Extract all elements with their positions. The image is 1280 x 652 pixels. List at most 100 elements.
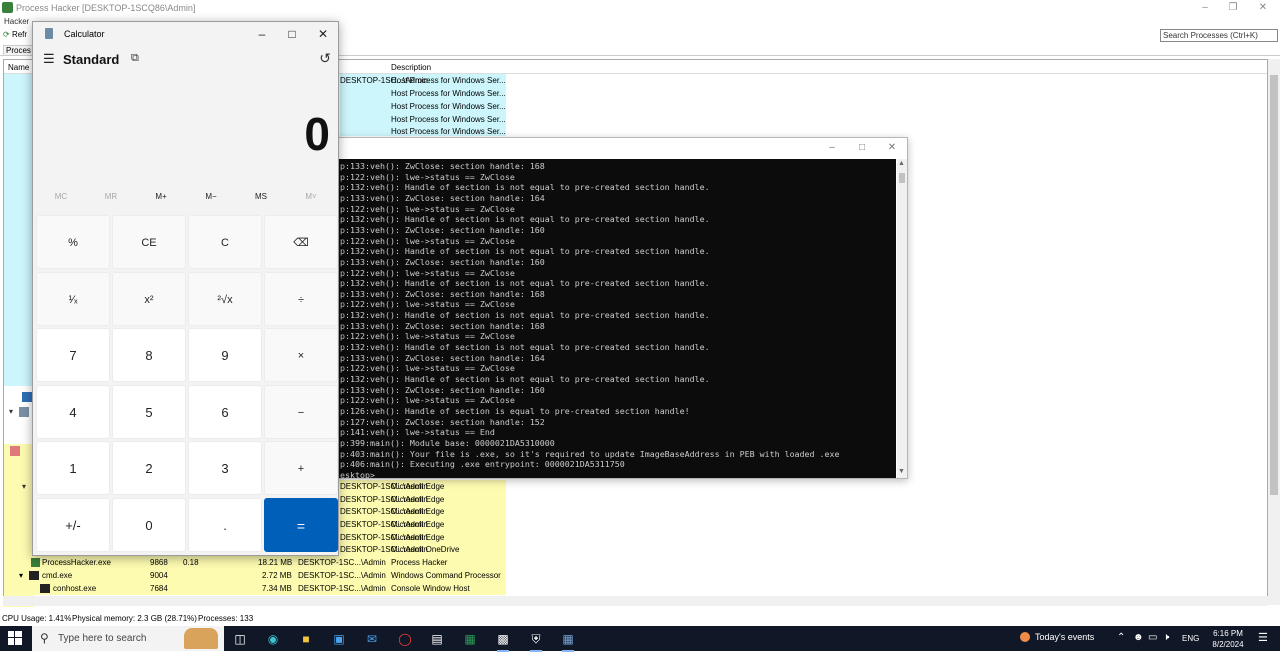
calc-minimize-button[interactable]: –	[248, 25, 276, 43]
clock[interactable]: 6:16 PM 8/2/2024	[1206, 628, 1250, 650]
memory-add-button[interactable]: M+	[136, 192, 186, 201]
digit-3-key[interactable]: 3	[188, 441, 262, 495]
terminal-icon[interactable]: ▩	[494, 630, 512, 652]
memory-list-button[interactable]: M˅	[286, 192, 336, 201]
minimize-button[interactable]: –	[1190, 1, 1220, 14]
column-name[interactable]: Name	[8, 63, 29, 72]
scroll-up-icon[interactable]: ▲	[898, 160, 905, 167]
scrollbar-thumb[interactable]	[1270, 75, 1278, 495]
square-root-key[interactable]: ²√x	[188, 271, 262, 326]
process-hacker-title-bar[interactable]: Process Hacker [DESKTOP-1SCQ86\Admin] – …	[0, 0, 1280, 15]
volume-mute-icon[interactable]: 🕨	[1163, 632, 1169, 643]
square-key[interactable]: x²	[112, 271, 186, 326]
backspace-key[interactable]: ⌫	[264, 215, 338, 269]
console-close-button[interactable]: ✕	[879, 140, 905, 156]
horizontal-scrollbar[interactable]	[3, 596, 1268, 606]
table-row[interactable]: Host Process for Windows Ser...	[340, 87, 506, 100]
digit-4-key[interactable]: 4	[36, 384, 110, 439]
refresh-button[interactable]: ⟳ Refr	[3, 30, 27, 39]
memory-store-button[interactable]: MS	[236, 192, 286, 201]
digit-7-key[interactable]: 7	[36, 328, 110, 382]
equals-key[interactable]: =	[264, 497, 338, 552]
digit-0-key[interactable]: 0	[112, 497, 186, 552]
calculator-title: Calculator	[64, 29, 105, 39]
description-cell: Microsoft Edge	[391, 520, 445, 529]
calc-maximize-button[interactable]: □	[278, 25, 306, 43]
notification-center-icon[interactable]: ☰	[1258, 631, 1268, 644]
tab-processes[interactable]: Proces	[3, 45, 34, 56]
collapse-icon[interactable]: ▾	[19, 571, 23, 580]
network-icon[interactable]: ▭	[1148, 632, 1157, 643]
table-row-processhacker[interactable]: ProcessHacker.exe 9868 0.18 18.21 MB DES…	[30, 556, 506, 569]
table-row-conhost[interactable]: conhost.exe 7684 7.34 MB DESKTOP-1SC...\…	[30, 582, 506, 595]
table-row[interactable]: DESKTOP-1SC...\Admin Microsoft Edge	[340, 518, 506, 531]
subtract-key[interactable]: −	[264, 384, 338, 439]
close-button[interactable]: ✕	[1248, 1, 1278, 14]
memory-clear-button[interactable]: MC	[36, 192, 86, 201]
task-view-icon[interactable]: ◫	[231, 630, 249, 648]
digit-6-key[interactable]: 6	[188, 384, 262, 439]
console-minimize-button[interactable]: –	[819, 140, 845, 156]
file-explorer-icon[interactable]: ■	[297, 630, 315, 648]
digit-2-key[interactable]: 2	[112, 441, 186, 495]
language-indicator[interactable]: ENG	[1182, 634, 1199, 643]
scroll-down-icon[interactable]: ▼	[898, 468, 905, 475]
description-cell: Host Process for Windows Ser...	[391, 89, 506, 98]
people-icon[interactable]: ☻	[1133, 632, 1144, 643]
keep-on-top-icon[interactable]: ⧉	[131, 52, 139, 65]
console-line: p:133:veh(): ZwClose: section handle: 16…	[340, 256, 545, 267]
console-window: – □ ✕ p:133:veh(): ZwClose: section hand…	[336, 137, 908, 479]
store-icon[interactable]: ▣	[330, 630, 348, 648]
console-output[interactable]: p:133:veh(): ZwClose: section handle: 16…	[337, 159, 896, 478]
search-icon: ⚲	[40, 631, 49, 645]
memory-subtract-button[interactable]: M−	[186, 192, 236, 201]
decimal-key[interactable]: .	[188, 497, 262, 552]
opera-icon[interactable]: ◯	[396, 630, 414, 648]
table-row[interactable]: DESKTOP-1SC...\Admin Host Process for Wi…	[340, 74, 506, 87]
vertical-scrollbar[interactable]	[1268, 59, 1280, 605]
calculator-title-bar[interactable]: Calculator – □ ✕	[33, 22, 338, 46]
menu-hacker[interactable]: Hacker	[4, 17, 29, 26]
maximize-button[interactable]: ❐	[1218, 1, 1248, 14]
taskbar-search-box[interactable]: ⚲ Type here to search	[32, 626, 224, 651]
scrollbar-thumb[interactable]	[899, 173, 905, 183]
excel-icon[interactable]: ▦	[461, 630, 479, 648]
table-row[interactable]: DESKTOP-1SC...\Admin Microsoft Edge	[340, 505, 506, 518]
digit-1-key[interactable]: 1	[36, 441, 110, 495]
hamburger-menu-icon[interactable]: ☰	[43, 51, 55, 67]
todays-events[interactable]: Today's events	[1020, 632, 1094, 642]
table-row[interactable]: DESKTOP-1SC...\Admin Microsoft Edge	[340, 480, 506, 493]
start-button[interactable]	[8, 631, 22, 647]
reciprocal-key[interactable]: ¹⁄ₓ	[36, 271, 110, 326]
search-processes-input[interactable]: Search Processes (Ctrl+K)	[1160, 29, 1278, 42]
table-row[interactable]: DESKTOP-1SC...\Admin Microsoft OneDrive	[340, 543, 506, 556]
console-scrollbar[interactable]: ▲ ▼	[897, 159, 907, 478]
digit-8-key[interactable]: 8	[112, 328, 186, 382]
description-cell: Windows Command Processor	[391, 571, 501, 580]
table-row-cmd[interactable]: ▾ cmd.exe 9004 2.72 MB DESKTOP-1SC...\Ad…	[19, 569, 506, 582]
calculator-taskbar-icon[interactable]: ▦	[559, 630, 577, 652]
column-description[interactable]: Description	[391, 63, 431, 72]
clear-entry-key[interactable]: CE	[112, 215, 186, 269]
history-icon[interactable]: ↺	[319, 50, 331, 67]
divide-key[interactable]: ÷	[264, 271, 338, 326]
notepad-icon[interactable]: ▤	[428, 630, 446, 648]
negate-key[interactable]: +/-	[36, 497, 110, 552]
memory-recall-button[interactable]: MR	[86, 192, 136, 201]
mail-icon[interactable]: ✉	[363, 630, 381, 648]
security-shield-icon[interactable]: ⛨	[527, 630, 545, 652]
table-row[interactable]: Host Process for Windows Ser...	[340, 100, 506, 113]
clear-key[interactable]: C	[188, 215, 262, 269]
table-row[interactable]: Host Process for Windows Ser...	[340, 125, 506, 136]
add-key[interactable]: +	[264, 441, 338, 495]
show-hidden-icons-icon[interactable]: ⌃	[1117, 632, 1125, 643]
name-cell: conhost.exe	[53, 584, 97, 593]
console-maximize-button[interactable]: □	[849, 140, 875, 156]
multiply-key[interactable]: ×	[264, 328, 338, 382]
digit-5-key[interactable]: 5	[112, 384, 186, 439]
console-title-bar[interactable]: – □ ✕	[337, 138, 907, 158]
percent-key[interactable]: %	[36, 215, 110, 269]
calc-close-button[interactable]: ✕	[309, 25, 337, 43]
digit-9-key[interactable]: 9	[188, 328, 262, 382]
edge-icon[interactable]: ◉	[264, 630, 282, 648]
